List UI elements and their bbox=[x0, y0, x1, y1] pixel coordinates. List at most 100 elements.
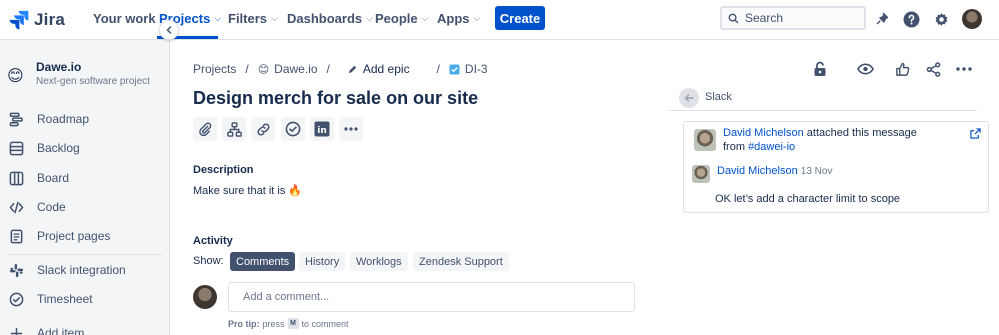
child-issue-button[interactable] bbox=[222, 117, 246, 141]
tab-history[interactable]: History bbox=[299, 252, 346, 271]
message-date: 13 Nov bbox=[800, 166, 833, 177]
slack-panel-title: Slack bbox=[705, 91, 732, 103]
nav-apps[interactable]: Apps ⌵ bbox=[437, 11, 480, 26]
sidebar-item-project-pages[interactable]: Project pages bbox=[8, 228, 110, 244]
user-avatar bbox=[193, 285, 217, 309]
message-header: David Michelson 13 Nov bbox=[717, 165, 832, 177]
sidebar-item-label: Slack integration bbox=[37, 263, 126, 277]
message-author-avatar bbox=[692, 165, 710, 183]
sidebar-item-slack-integration[interactable]: Slack integration bbox=[8, 262, 126, 278]
search-placeholder: Search bbox=[745, 11, 784, 25]
pencil-icon bbox=[348, 65, 357, 73]
sidebar-item-board[interactable]: Board bbox=[8, 170, 69, 186]
show-label: Show: bbox=[193, 255, 224, 267]
attach-button[interactable] bbox=[193, 117, 217, 141]
author-avatar bbox=[694, 129, 716, 151]
nav-filters[interactable]: Filters ⌵ bbox=[228, 11, 278, 26]
nav-your-work-label: Your work bbox=[93, 11, 156, 26]
create-button[interactable]: Create bbox=[495, 6, 545, 30]
more-icon bbox=[344, 127, 358, 131]
slack-message-card: David Michelson attached this message fr… bbox=[683, 121, 989, 213]
external-link-icon[interactable] bbox=[970, 128, 981, 139]
roadmap-icon bbox=[8, 111, 24, 127]
sidebar-item-roadmap[interactable]: Roadmap bbox=[8, 111, 89, 127]
sidebar-item-label: Add item bbox=[37, 326, 85, 335]
sidebar-item-label: Roadmap bbox=[37, 112, 90, 126]
collapse-sidebar-button[interactable] bbox=[159, 20, 179, 40]
vote-button[interactable] bbox=[892, 59, 912, 79]
back-button[interactable] bbox=[679, 88, 699, 108]
add-icon bbox=[8, 325, 24, 335]
project-sidebar: 😊 Dawe.io Next-gen software project Road… bbox=[0, 40, 170, 335]
settings-button[interactable] bbox=[931, 9, 951, 29]
checklist-button[interactable] bbox=[281, 117, 305, 141]
comment-input[interactable]: Add a comment... bbox=[228, 282, 635, 312]
breadcrumb-separator: / bbox=[245, 62, 249, 76]
code-icon bbox=[8, 199, 24, 215]
sidebar-item-label: Project pages bbox=[37, 229, 111, 243]
more-icon bbox=[956, 67, 972, 71]
breadcrumb-project[interactable]: Dawe.io bbox=[274, 62, 317, 76]
author-link[interactable]: David Michelson bbox=[723, 127, 804, 139]
link-issue-button[interactable] bbox=[251, 117, 275, 141]
share-icon bbox=[926, 61, 940, 77]
jira-logo-icon bbox=[9, 10, 29, 30]
timesheet-icon bbox=[8, 291, 24, 307]
message-author[interactable]: David Michelson bbox=[717, 165, 798, 177]
help-icon bbox=[903, 11, 919, 27]
slack-icon bbox=[8, 262, 24, 278]
backlog-icon bbox=[8, 140, 24, 156]
tab-zendesk-support[interactable]: Zendesk Support bbox=[413, 252, 509, 271]
project-type: Next-gen software project bbox=[36, 76, 150, 87]
notifications-button[interactable] bbox=[872, 9, 892, 29]
sidebar-item-add-item[interactable]: Add item bbox=[8, 325, 84, 335]
more-apps-button[interactable] bbox=[339, 117, 363, 141]
tab-worklogs[interactable]: Worklogs bbox=[350, 252, 408, 271]
profile-avatar[interactable] bbox=[962, 9, 982, 29]
unlock-icon bbox=[814, 61, 826, 76]
nav-your-work[interactable]: Your work bbox=[93, 11, 156, 26]
search-input[interactable]: Search bbox=[720, 6, 866, 30]
pro-tip: Pro tip: press M to comment bbox=[228, 318, 349, 329]
channel-link[interactable]: #dawei-io bbox=[748, 141, 795, 153]
description-label: Description bbox=[193, 164, 254, 176]
sidebar-item-backlog[interactable]: Backlog bbox=[8, 140, 80, 156]
tab-comments[interactable]: Comments bbox=[230, 252, 296, 271]
shortcut-key: M bbox=[287, 318, 299, 329]
nav-dashboards-label: Dashboards bbox=[287, 11, 363, 26]
breadcrumb-separator: / bbox=[326, 62, 330, 76]
issue-key[interactable]: DI-3 bbox=[465, 62, 488, 76]
nav-dashboards[interactable]: Dashboards ⌵ bbox=[287, 11, 373, 26]
issue-title[interactable]: Design merch for sale on our site bbox=[193, 88, 478, 109]
top-navigation: Jira Your work Projects ⌵ Filters ⌵ Dash… bbox=[0, 0, 999, 40]
from-line: from #dawei-io bbox=[723, 141, 795, 153]
help-button[interactable] bbox=[901, 9, 921, 29]
more-actions-button[interactable] bbox=[954, 59, 974, 79]
hierarchy-icon bbox=[226, 121, 242, 137]
description-text: Make sure that it is bbox=[193, 185, 286, 197]
from-text: from bbox=[723, 141, 745, 153]
description-body[interactable]: Make sure that it is 🔥 bbox=[193, 184, 302, 197]
sidebar-item-timesheet[interactable]: Timesheet bbox=[8, 291, 93, 307]
project-avatar: 😊 bbox=[7, 68, 24, 85]
restrictions-button[interactable] bbox=[810, 59, 830, 79]
breadcrumb-separator: / bbox=[436, 62, 440, 76]
sidebar-item-label: Backlog bbox=[37, 141, 80, 155]
watch-button[interactable] bbox=[855, 59, 875, 79]
chevron-down-icon: ⌵ bbox=[271, 13, 278, 23]
brand-name: Jira bbox=[34, 10, 66, 29]
fire-emoji-icon: 🔥 bbox=[288, 185, 303, 197]
invision-button[interactable]: in bbox=[310, 117, 334, 141]
chevron-down-icon: ⌵ bbox=[214, 13, 222, 23]
nav-people[interactable]: People ⌵ bbox=[375, 11, 428, 26]
add-epic-link[interactable]: Add epic bbox=[363, 62, 410, 76]
jira-home-link[interactable]: Jira bbox=[8, 9, 65, 31]
check-circle-icon bbox=[285, 121, 301, 137]
breadcrumb-projects[interactable]: Projects bbox=[193, 62, 236, 76]
project-name[interactable]: Dawe.io bbox=[36, 60, 81, 74]
share-button[interactable] bbox=[923, 59, 943, 79]
sidebar-item-code[interactable]: Code bbox=[8, 199, 66, 215]
notification-icon bbox=[876, 12, 889, 25]
activity-label: Activity bbox=[193, 235, 233, 247]
protip-prefix: Pro tip: bbox=[228, 318, 260, 329]
